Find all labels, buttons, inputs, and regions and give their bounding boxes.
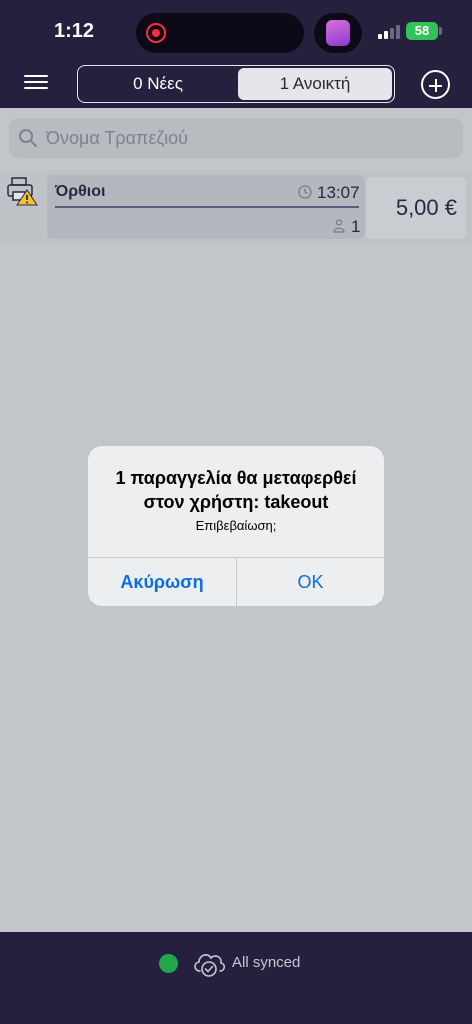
- battery-indicator: 58: [406, 22, 438, 40]
- tab-open-orders[interactable]: 1 Ανοικτή: [238, 68, 392, 100]
- clock-icon: [298, 185, 312, 199]
- sync-status-label: All synced: [232, 954, 301, 971]
- app-avatar-icon: [326, 20, 350, 46]
- screen-recording-icon: [146, 23, 166, 43]
- order-row[interactable]: Όρθιοι 13:07 1 5,00 €: [0, 170, 472, 244]
- guests-icon: [333, 219, 345, 233]
- order-amount: 5,00 €: [366, 177, 466, 239]
- guest-count: 1: [351, 217, 361, 236]
- cancel-button[interactable]: Ακύρωση: [88, 558, 236, 606]
- printer-warning-icon: [7, 177, 38, 206]
- cellular-signal-icon: [378, 25, 402, 39]
- ok-button[interactable]: OK: [237, 558, 384, 606]
- dialog-title: 1 παραγγελία θα μεταφερθεί στον χρήστη: …: [115, 468, 357, 512]
- dynamic-island: [136, 13, 304, 53]
- search-icon: [19, 129, 37, 147]
- table-name: Όρθιοι: [55, 183, 106, 200]
- dialog-message: Επιβεβαίωση;: [195, 518, 277, 533]
- cloud-sync-icon: [194, 953, 226, 977]
- order-divider: [55, 206, 359, 208]
- search-input[interactable]: [46, 118, 446, 158]
- search-bar[interactable]: [9, 118, 463, 158]
- orders-segmented-control: 0 Νέες 1 Ανοικτή: [77, 65, 395, 103]
- bottom-bar: All synced: [0, 932, 472, 1024]
- sync-status-dot: [159, 954, 178, 973]
- order-time: 13:07: [317, 183, 360, 202]
- tab-new-orders[interactable]: 0 Νέες: [80, 68, 236, 100]
- status-time: 1:12: [54, 20, 95, 42]
- battery-cap: [439, 27, 442, 35]
- confirm-transfer-dialog: 1 παραγγελία θα μεταφερθεί στον χρήστη: …: [88, 446, 384, 606]
- menu-icon[interactable]: [24, 72, 48, 92]
- add-order-button[interactable]: [421, 70, 450, 99]
- top-bar: 1:12 58 0 Νέες 1 Ανοικτή: [0, 0, 472, 108]
- order-card: Όρθιοι 13:07 1: [47, 175, 365, 239]
- live-activity-pill: [314, 13, 362, 53]
